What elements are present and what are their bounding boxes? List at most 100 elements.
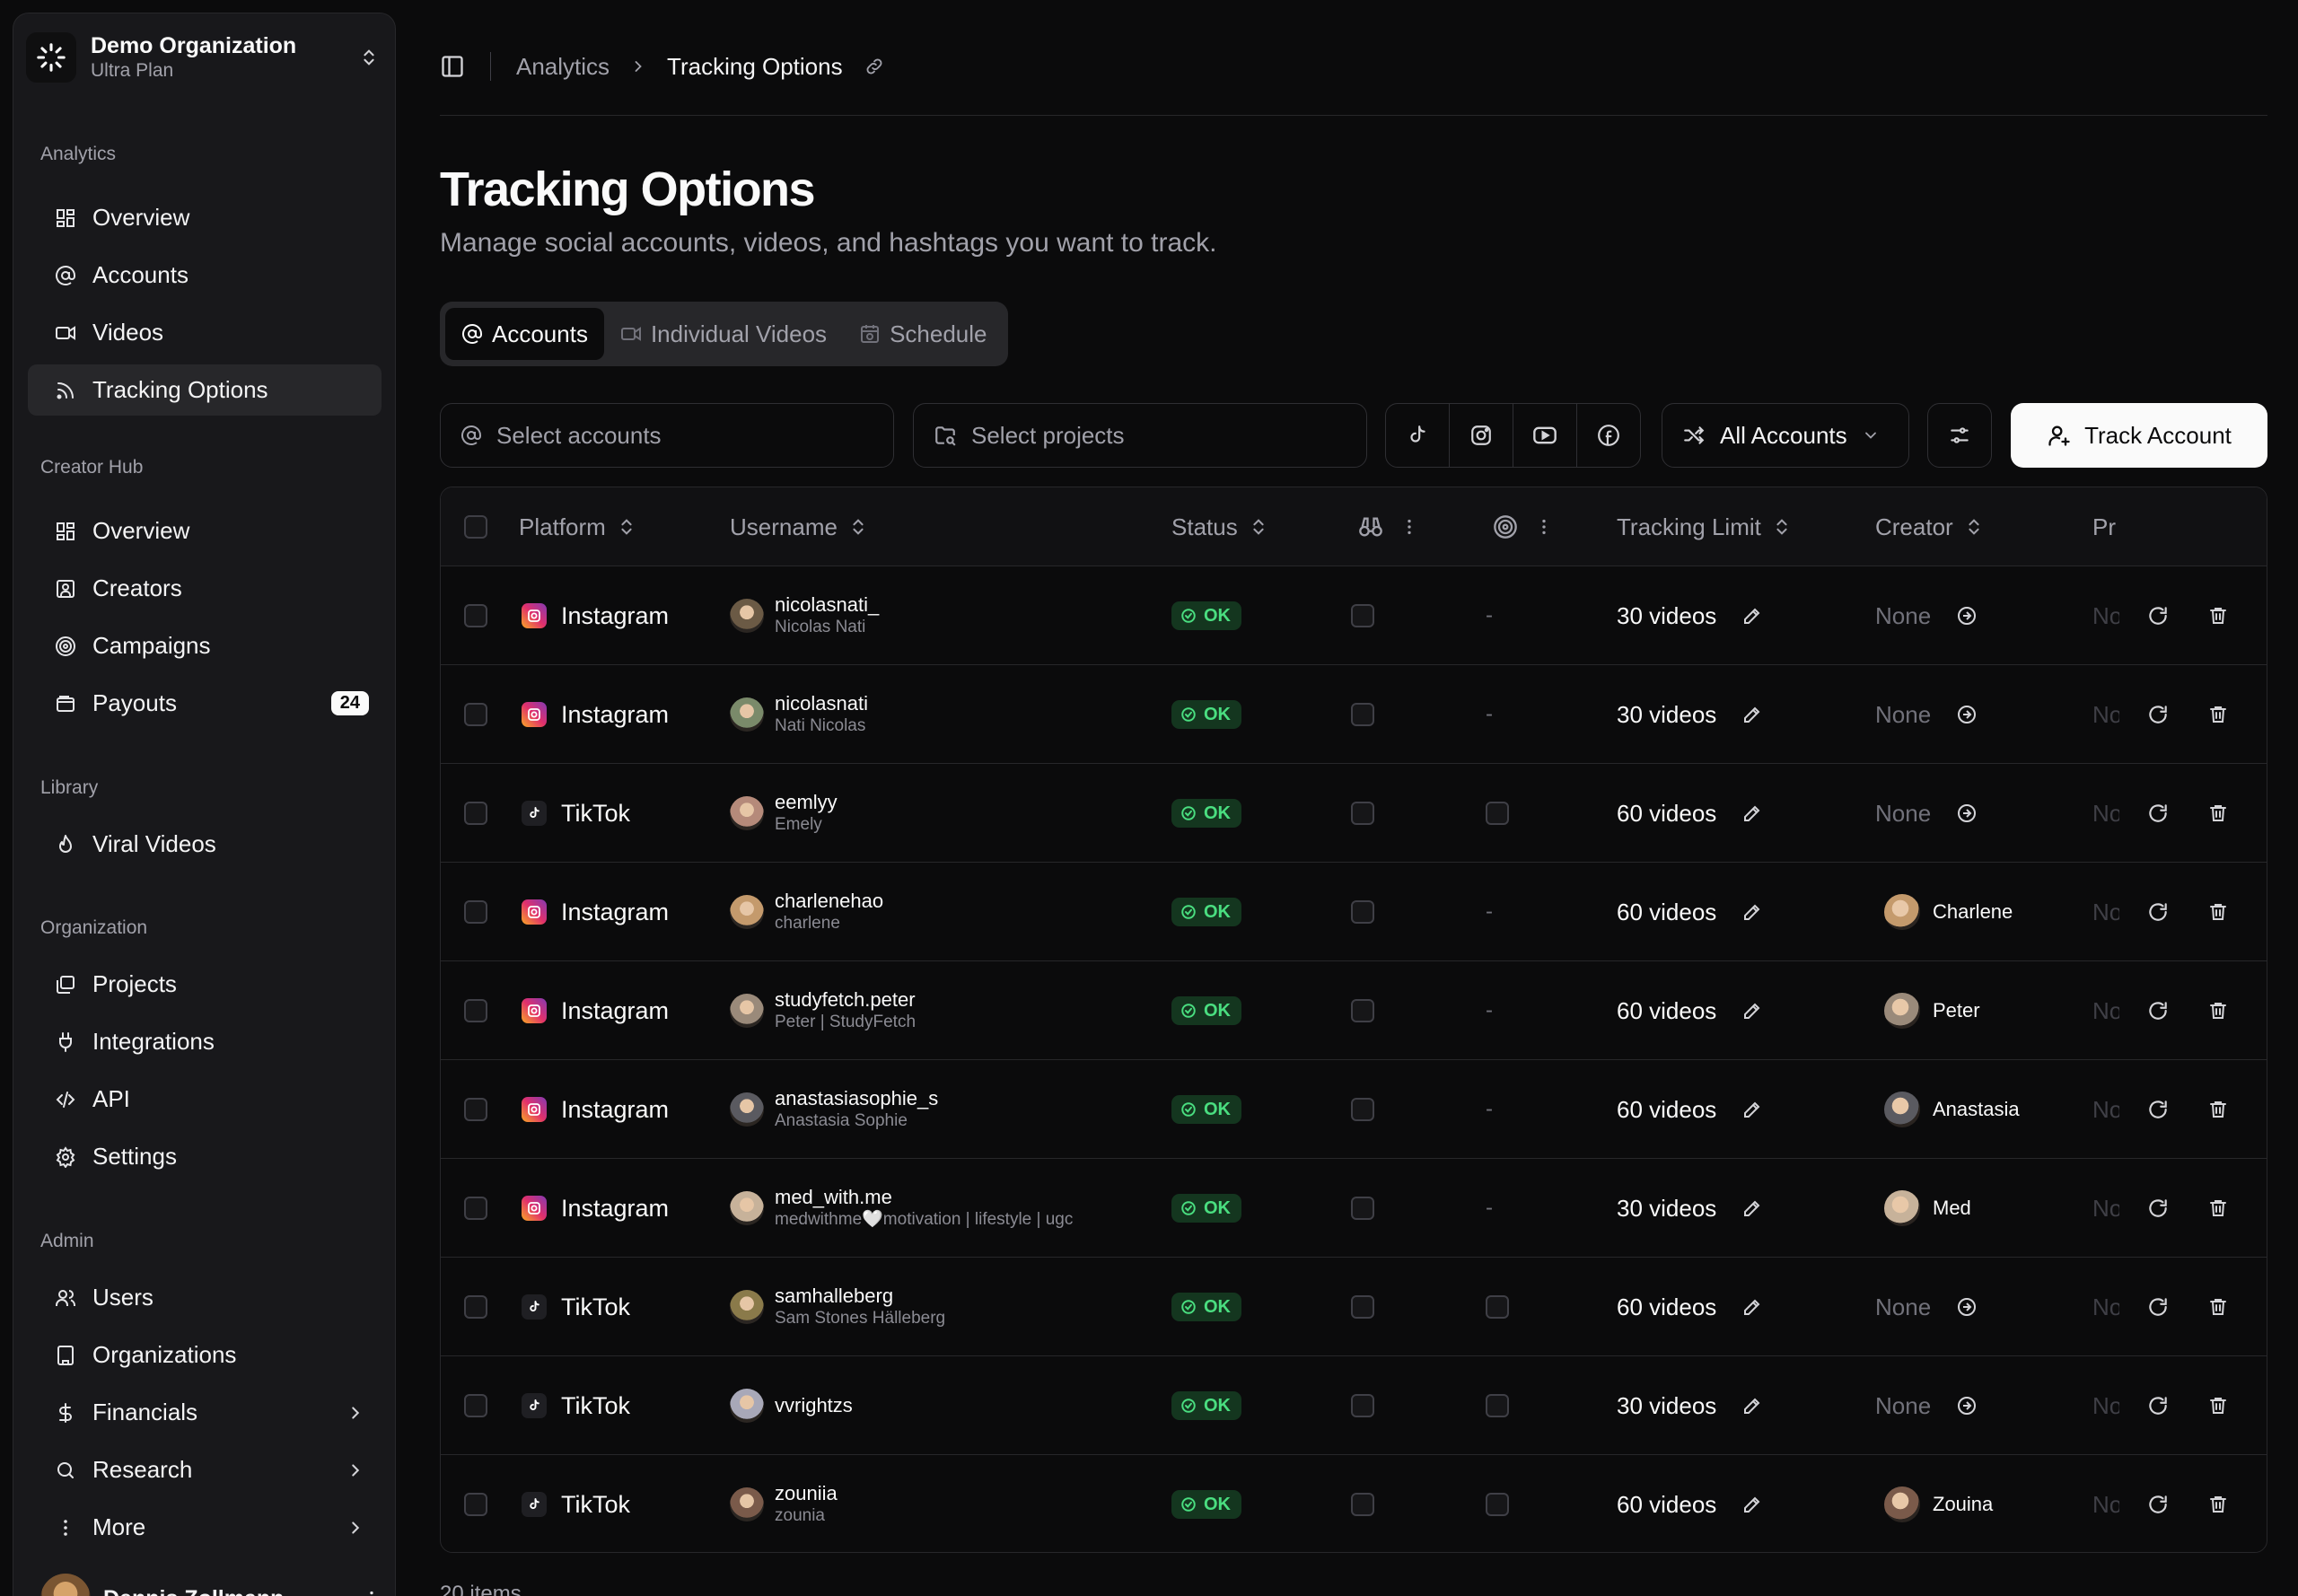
creator-name[interactable]: Anastasia bbox=[1933, 1098, 2020, 1121]
row-checkbox[interactable] bbox=[464, 566, 487, 665]
delete-button[interactable] bbox=[2207, 566, 2229, 665]
sidebar-item-settings[interactable]: Settings bbox=[28, 1131, 382, 1182]
column-status[interactable]: Status bbox=[1171, 487, 1268, 566]
row-checkbox-tracking[interactable] bbox=[1351, 1159, 1374, 1258]
delete-button[interactable] bbox=[2207, 1060, 2229, 1159]
tiktok-filter-button[interactable] bbox=[1386, 404, 1450, 467]
sidebar-item-projects[interactable]: Projects bbox=[28, 959, 382, 1010]
facebook-filter-button[interactable] bbox=[1577, 404, 1640, 467]
edit-icon[interactable] bbox=[1741, 1000, 1763, 1022]
select-projects-input[interactable]: Select projects bbox=[913, 403, 1367, 468]
row-checkbox[interactable] bbox=[464, 1060, 487, 1159]
refresh-button[interactable] bbox=[2146, 1455, 2170, 1552]
row-checkbox-secondary[interactable] bbox=[1486, 802, 1509, 825]
row-checkbox[interactable] bbox=[464, 1258, 487, 1356]
column-platform[interactable]: Platform bbox=[519, 487, 636, 566]
row-checkbox[interactable] bbox=[464, 961, 487, 1060]
username-cell[interactable]: studyfetch.peter Peter | StudyFetch bbox=[730, 961, 916, 1060]
row-checkbox-tracking[interactable] bbox=[1351, 1060, 1374, 1159]
assign-creator-icon[interactable] bbox=[1956, 605, 1978, 627]
refresh-button[interactable] bbox=[2146, 566, 2170, 665]
sidebar-item-tracking-options[interactable]: Tracking Options bbox=[28, 364, 382, 416]
edit-icon[interactable] bbox=[1741, 802, 1763, 824]
creator-name[interactable]: Peter bbox=[1933, 999, 1980, 1022]
edit-icon[interactable] bbox=[1741, 704, 1763, 725]
sidebar-item-api[interactable]: API bbox=[28, 1074, 382, 1125]
edit-icon[interactable] bbox=[1741, 1099, 1763, 1120]
username-cell[interactable]: anastasiasophie_s Anastasia Sophie bbox=[730, 1060, 938, 1159]
sidebar-item-creator-overview[interactable]: Overview bbox=[28, 505, 382, 557]
username-cell[interactable]: vvrightzs bbox=[730, 1356, 853, 1455]
username-cell[interactable]: samhalleberg Sam Stones Hälleberg bbox=[730, 1258, 945, 1356]
org-switcher[interactable]: Demo Organization Ultra Plan bbox=[26, 26, 382, 89]
filter-settings-button[interactable] bbox=[1927, 403, 1992, 468]
row-checkbox-secondary[interactable] bbox=[1486, 1295, 1509, 1319]
row-checkbox[interactable] bbox=[464, 1159, 487, 1258]
track-account-button[interactable]: Track Account bbox=[2011, 403, 2267, 468]
username-cell[interactable]: nicolasnati Nati Nicolas bbox=[730, 665, 868, 764]
sidebar-item-overview[interactable]: Overview bbox=[28, 192, 382, 243]
row-checkbox-tracking[interactable] bbox=[1351, 961, 1374, 1060]
edit-icon[interactable] bbox=[1741, 1494, 1763, 1515]
username-cell[interactable]: eemlyy Emely bbox=[730, 764, 838, 863]
username-cell[interactable]: zouniia zounia bbox=[730, 1455, 838, 1552]
delete-button[interactable] bbox=[2207, 863, 2229, 961]
refresh-button[interactable] bbox=[2146, 1060, 2170, 1159]
row-checkbox-tracking[interactable] bbox=[1351, 764, 1374, 863]
row-checkbox-tracking[interactable] bbox=[1351, 665, 1374, 764]
refresh-button[interactable] bbox=[2146, 1258, 2170, 1356]
column-tracking-limit[interactable]: Tracking Limit bbox=[1617, 487, 1792, 566]
sidebar-item-videos[interactable]: Videos bbox=[28, 307, 382, 358]
edit-icon[interactable] bbox=[1741, 1395, 1763, 1416]
sidebar-item-more[interactable]: More bbox=[28, 1502, 382, 1553]
delete-button[interactable] bbox=[2207, 1159, 2229, 1258]
row-checkbox-secondary[interactable] bbox=[1486, 1493, 1509, 1516]
sidebar-item-accounts[interactable]: Accounts bbox=[28, 250, 382, 301]
edit-icon[interactable] bbox=[1741, 1197, 1763, 1219]
column-binoculars[interactable] bbox=[1347, 487, 1419, 566]
edit-icon[interactable] bbox=[1741, 901, 1763, 923]
sidebar-item-viral-videos[interactable]: Viral Videos bbox=[28, 819, 382, 870]
refresh-button[interactable] bbox=[2146, 764, 2170, 863]
column-creator[interactable]: Creator bbox=[1875, 487, 1984, 566]
tab-individual-videos[interactable]: Individual Videos bbox=[604, 308, 843, 360]
edit-icon[interactable] bbox=[1741, 605, 1763, 627]
account-scope-select[interactable]: All Accounts bbox=[1662, 403, 1909, 468]
column-target[interactable] bbox=[1482, 487, 1554, 566]
creator-name[interactable]: Charlene bbox=[1933, 900, 2013, 924]
assign-creator-icon[interactable] bbox=[1956, 1296, 1978, 1318]
row-checkbox-secondary[interactable] bbox=[1486, 1394, 1509, 1417]
delete-button[interactable] bbox=[2207, 764, 2229, 863]
tab-schedule[interactable]: Schedule bbox=[843, 308, 1003, 360]
column-username[interactable]: Username bbox=[730, 487, 868, 566]
row-checkbox-tracking[interactable] bbox=[1351, 863, 1374, 961]
delete-button[interactable] bbox=[2207, 1258, 2229, 1356]
edit-icon[interactable] bbox=[1741, 1296, 1763, 1318]
instagram-filter-button[interactable] bbox=[1450, 404, 1513, 467]
link-icon[interactable] bbox=[864, 57, 884, 76]
sidebar-item-creators[interactable]: Creators bbox=[28, 563, 382, 614]
row-checkbox[interactable] bbox=[464, 863, 487, 961]
sidebar-item-users[interactable]: Users bbox=[28, 1272, 382, 1323]
sidebar-item-integrations[interactable]: Integrations bbox=[28, 1016, 382, 1067]
sidebar-item-financials[interactable]: Financials bbox=[28, 1387, 382, 1438]
creator-name[interactable]: Zouina bbox=[1933, 1493, 1993, 1516]
delete-button[interactable] bbox=[2207, 665, 2229, 764]
sidebar-item-payouts[interactable]: Payouts 24 bbox=[28, 678, 382, 729]
column-projects[interactable]: Pr bbox=[2092, 487, 2119, 566]
sidebar-item-organizations[interactable]: Organizations bbox=[28, 1329, 382, 1381]
delete-button[interactable] bbox=[2207, 1356, 2229, 1455]
refresh-button[interactable] bbox=[2146, 961, 2170, 1060]
row-checkbox-tracking[interactable] bbox=[1351, 1258, 1374, 1356]
assign-creator-icon[interactable] bbox=[1956, 802, 1978, 824]
username-cell[interactable]: med_with.me medwithme🤍motivation | lifes… bbox=[730, 1159, 1073, 1258]
refresh-button[interactable] bbox=[2146, 1159, 2170, 1258]
tab-accounts[interactable]: Accounts bbox=[445, 308, 604, 360]
creator-name[interactable]: Med bbox=[1933, 1197, 1971, 1220]
sidebar-item-research[interactable]: Research bbox=[28, 1444, 382, 1495]
username-cell[interactable]: charlenehao charlene bbox=[730, 863, 883, 961]
delete-button[interactable] bbox=[2207, 1455, 2229, 1552]
row-checkbox-tracking[interactable] bbox=[1351, 1356, 1374, 1455]
row-checkbox[interactable] bbox=[464, 1455, 487, 1552]
row-checkbox[interactable] bbox=[464, 764, 487, 863]
